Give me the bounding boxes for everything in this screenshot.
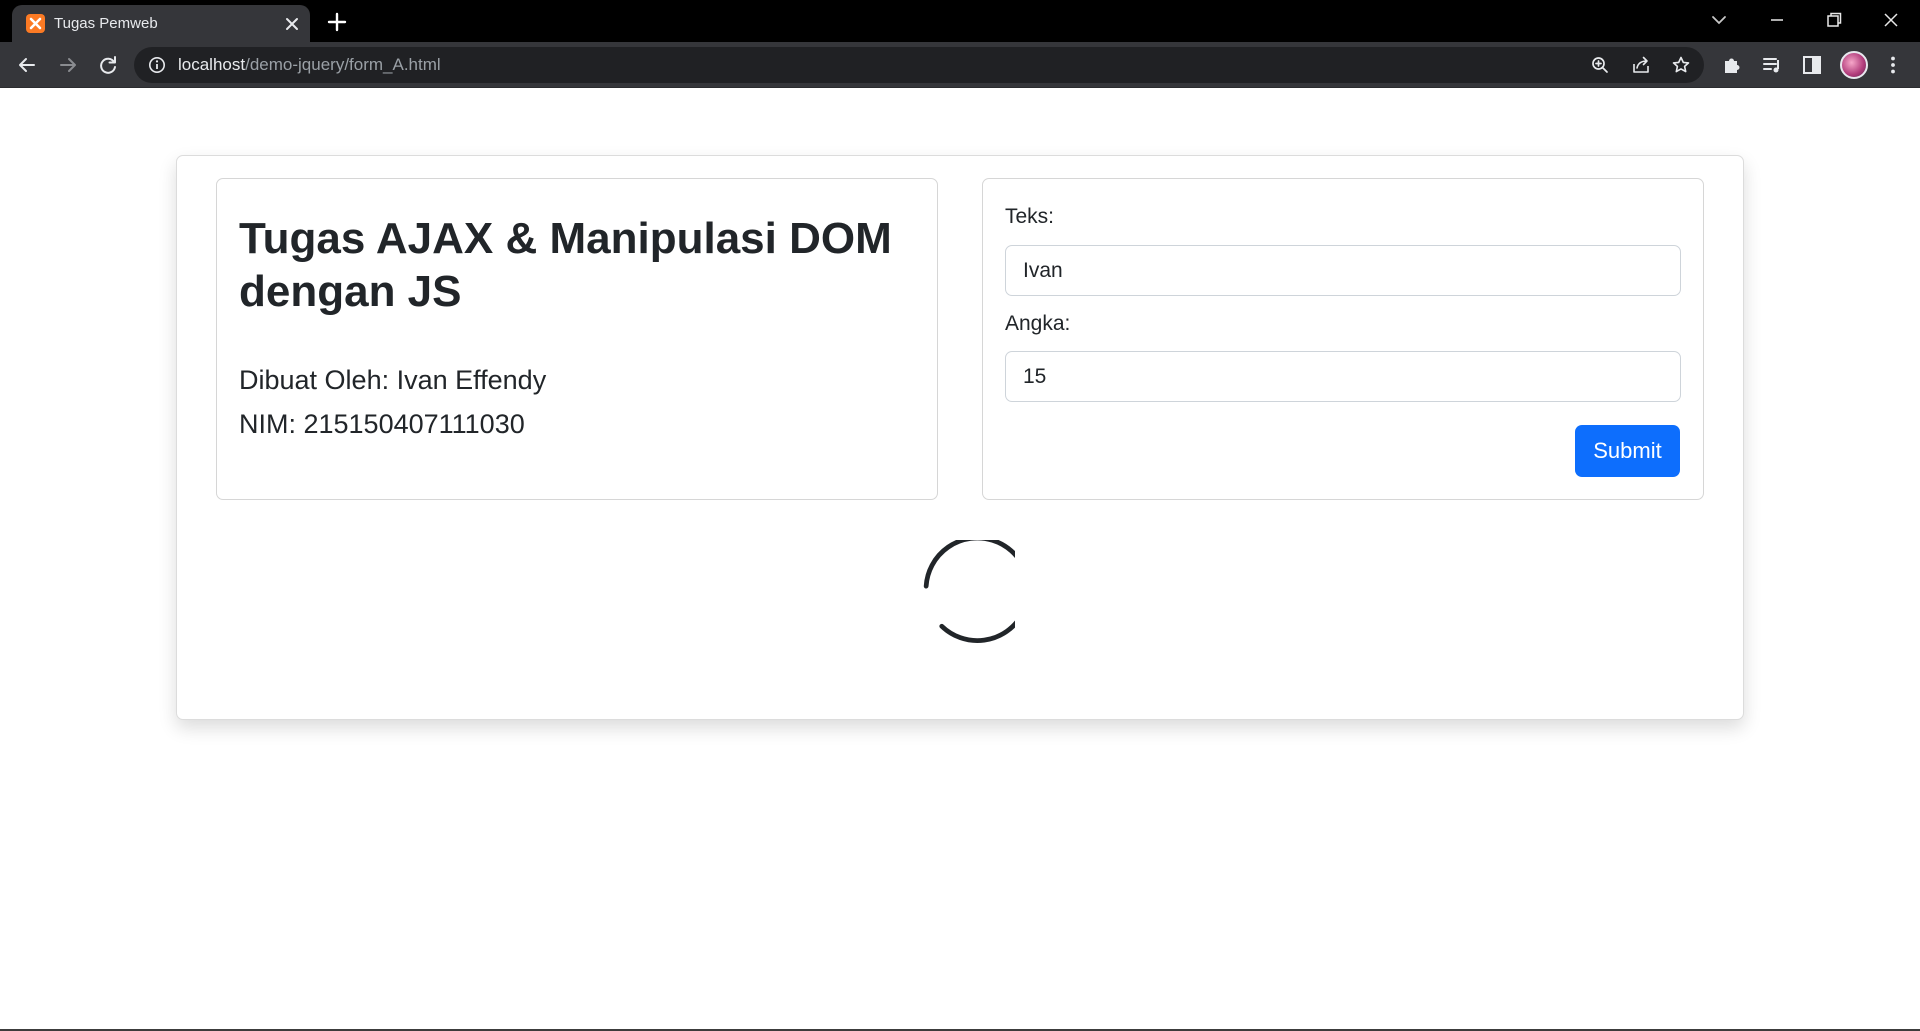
submit-button[interactable]: Submit bbox=[1575, 425, 1680, 477]
text-input[interactable] bbox=[1005, 245, 1681, 296]
share-icon[interactable] bbox=[1631, 55, 1651, 75]
url-text: localhost/demo-jquery/form_A.html bbox=[178, 55, 441, 75]
main-card: Tugas AJAX & Manipulasi DOM dengan JS Di… bbox=[176, 155, 1744, 720]
url-host: localhost bbox=[178, 55, 246, 74]
zoom-icon[interactable] bbox=[1590, 55, 1610, 75]
browser-tab-bar: Tugas Pemweb bbox=[0, 0, 1920, 42]
bookmark-star-icon[interactable] bbox=[1671, 55, 1691, 75]
side-panel-icon[interactable] bbox=[1801, 54, 1823, 76]
new-tab-icon[interactable] bbox=[324, 9, 350, 35]
form-card: Teks: Angka: Submit bbox=[982, 178, 1704, 500]
number-input[interactable] bbox=[1005, 351, 1681, 402]
nim-text: NIM: 215150407111030 bbox=[239, 409, 525, 439]
close-window-icon[interactable] bbox=[1878, 7, 1904, 33]
profile-avatar[interactable] bbox=[1840, 51, 1868, 79]
xampp-favicon-icon bbox=[26, 14, 45, 33]
site-info-icon[interactable] bbox=[148, 56, 166, 74]
reload-icon[interactable] bbox=[94, 51, 122, 79]
loading-spinner-icon bbox=[905, 535, 1031, 650]
author-text: Dibuat Oleh: Ivan Effendy bbox=[239, 365, 547, 395]
address-bar[interactable]: localhost/demo-jquery/form_A.html bbox=[134, 47, 1704, 83]
extensions-puzzle-icon[interactable] bbox=[1721, 54, 1743, 76]
media-controls-icon[interactable] bbox=[1761, 54, 1783, 76]
info-card: Tugas AJAX & Manipulasi DOM dengan JS Di… bbox=[216, 178, 938, 500]
restore-icon[interactable] bbox=[1821, 7, 1847, 33]
close-tab-icon[interactable] bbox=[282, 14, 302, 34]
tab-search-chevron-icon[interactable] bbox=[1706, 7, 1732, 33]
browser-tab[interactable]: Tugas Pemweb bbox=[12, 5, 310, 42]
minimize-icon[interactable] bbox=[1764, 7, 1790, 33]
tab-title: Tugas Pemweb bbox=[54, 15, 158, 32]
page-title: Tugas AJAX & Manipulasi DOM dengan JS bbox=[239, 214, 892, 316]
forward-arrow-icon[interactable] bbox=[54, 51, 82, 79]
url-path: /demo-jquery/form_A.html bbox=[245, 55, 441, 74]
more-menu-icon[interactable] bbox=[1882, 54, 1904, 76]
back-arrow-icon[interactable] bbox=[13, 51, 41, 79]
number-label: Angka: bbox=[1005, 312, 1071, 335]
browser-toolbar: localhost/demo-jquery/form_A.html bbox=[0, 42, 1920, 88]
page-content: Tugas AJAX & Manipulasi DOM dengan JS Di… bbox=[0, 88, 1920, 1031]
text-label: Teks: bbox=[1005, 205, 1055, 228]
